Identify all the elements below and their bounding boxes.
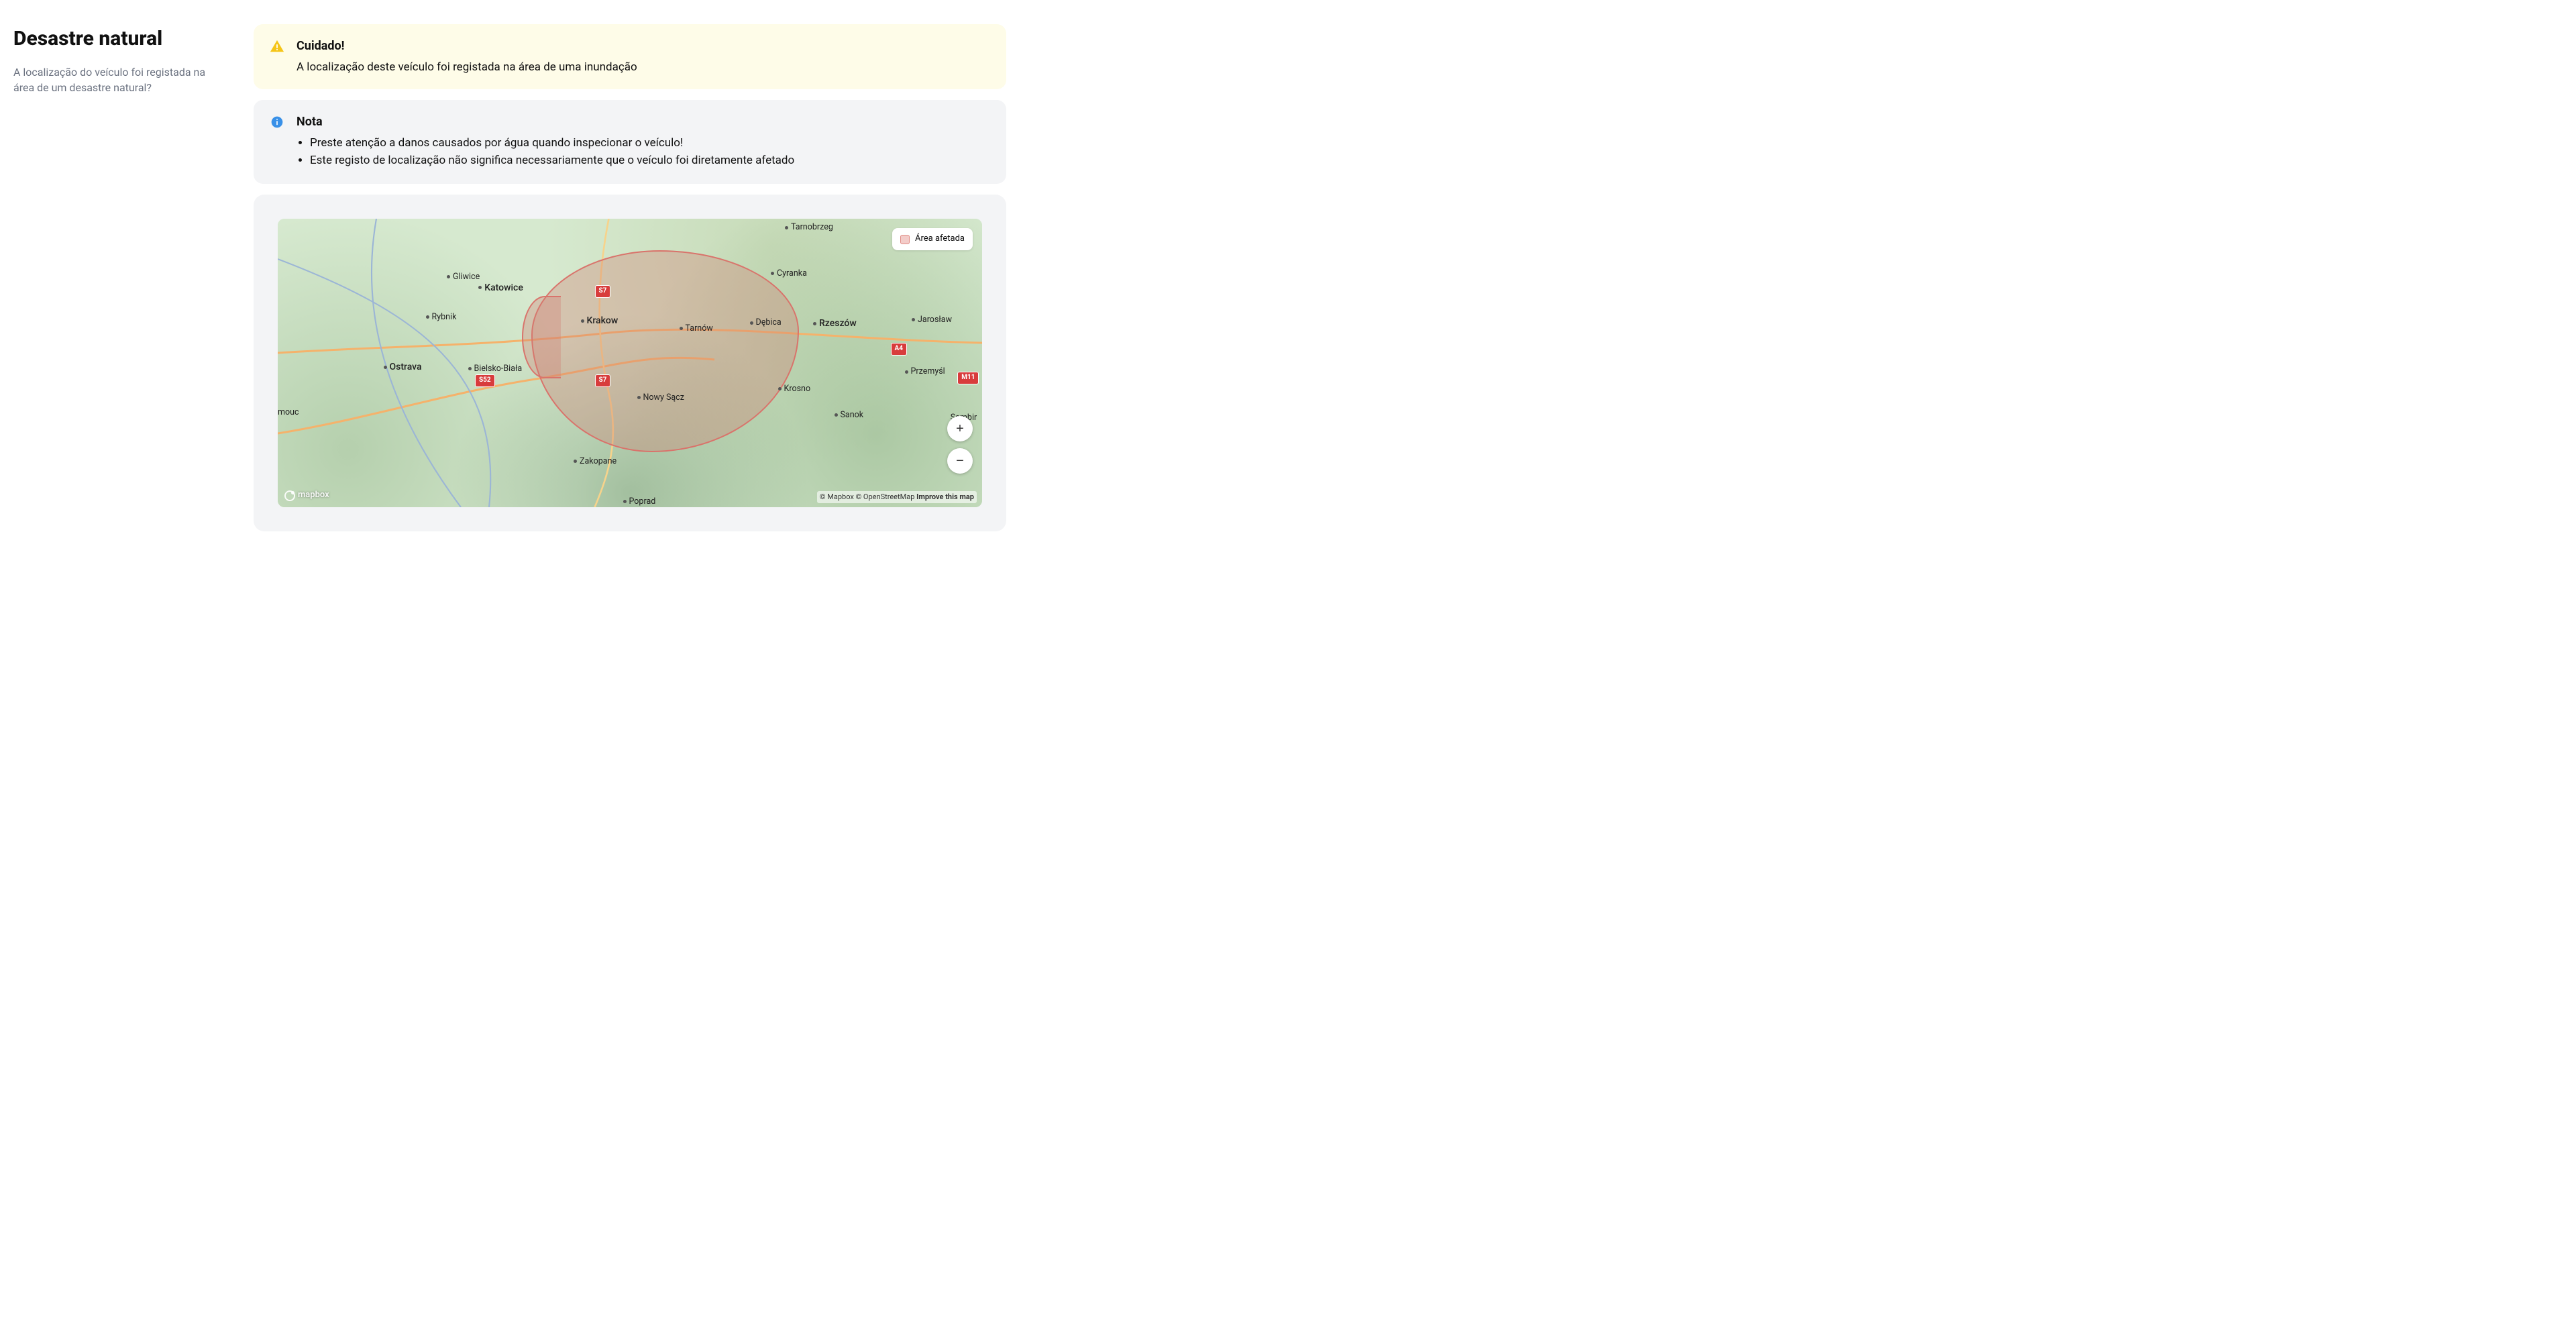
city-label: Zakopane — [574, 456, 616, 468]
road-badge: M11 — [957, 372, 979, 384]
city-label: Gliwice — [447, 271, 480, 283]
attribution-osm[interactable]: © OpenStreetMap — [856, 492, 915, 501]
warning-title: Cuidado! — [297, 38, 990, 55]
zoom-controls: + − — [947, 416, 973, 474]
map-legend: Área afetada — [892, 228, 973, 250]
map-container: Tarnobrzeg Gliwice Katowice Cyranka Rybn… — [254, 195, 1006, 531]
city-label: Rybnik — [426, 311, 457, 323]
city-label: Nowy Sącz — [637, 392, 684, 404]
road-badge: A4 — [891, 343, 907, 356]
city-label: Rzeszów — [813, 317, 857, 330]
map-attribution: © Mapbox © OpenStreetMap Improve this ma… — [817, 491, 977, 503]
note-title: Nota — [297, 113, 990, 131]
warning-text: A localização deste veículo foi registad… — [297, 59, 990, 76]
city-label: Tarnów — [680, 323, 713, 335]
warning-alert: Cuidado! A localização deste veículo foi… — [254, 24, 1006, 89]
city-label: Ostrava — [384, 360, 422, 374]
city-label: Dębica — [750, 317, 782, 329]
note-list: Preste atenção a danos causados por água… — [297, 135, 990, 169]
zoom-out-button[interactable]: − — [947, 448, 973, 474]
attribution-improve[interactable]: Improve this map — [916, 492, 974, 501]
road-badge: S7 — [595, 374, 611, 387]
note-item: Preste atenção a danos causados por água… — [310, 135, 990, 152]
attribution-mapbox[interactable]: © Mapbox — [820, 492, 854, 501]
city-label: Przemyśl — [905, 366, 945, 378]
city-label: Sanok — [835, 409, 864, 421]
legend-swatch — [900, 235, 910, 244]
zoom-in-button[interactable]: + — [947, 416, 973, 441]
city-label: Poprad — [623, 496, 656, 507]
note-item: Este registo de localização não signific… — [310, 152, 990, 169]
city-label: Cyranka — [771, 268, 807, 280]
note-alert: Nota Preste atenção a danos causados por… — [254, 100, 1006, 184]
main-content: Cuidado! A localização deste veículo foi… — [254, 24, 1006, 531]
page-subtitle: A localização do veículo foi registada n… — [13, 64, 221, 95]
city-label: mouc — [278, 407, 299, 419]
sidebar: Desastre natural A localização do veícul… — [13, 24, 221, 531]
city-label: Bielsko-Biała — [468, 363, 523, 375]
page-title: Desastre natural — [13, 24, 221, 54]
map[interactable]: Tarnobrzeg Gliwice Katowice Cyranka Rybn… — [278, 219, 982, 507]
warning-icon — [270, 39, 284, 54]
city-label: Krakow — [581, 314, 619, 327]
city-label: Krosno — [778, 383, 811, 395]
city-label: Katowice — [478, 281, 523, 295]
info-icon — [270, 115, 284, 129]
mapbox-logo: mapbox — [284, 489, 329, 502]
road-badge: S7 — [595, 285, 611, 298]
road-badge: S52 — [475, 374, 495, 387]
legend-label: Área afetada — [915, 233, 965, 246]
city-label: Jarosław — [912, 314, 952, 326]
city-label: Tarnobrzeg — [785, 221, 833, 233]
mapbox-logo-icon — [284, 490, 295, 501]
